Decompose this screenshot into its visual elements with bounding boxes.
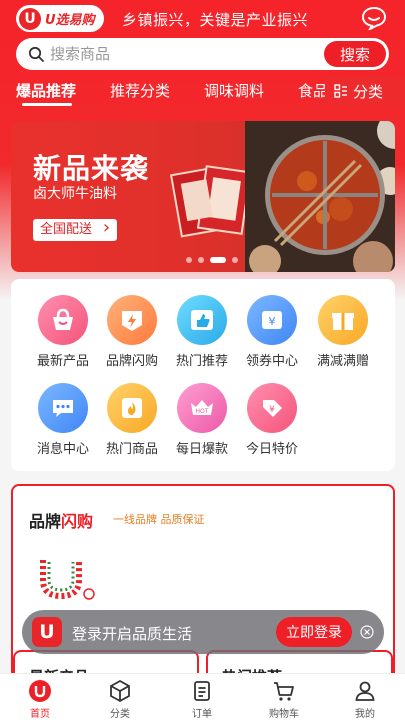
close-icon[interactable] (360, 625, 374, 639)
grid-item-label: 热门商品 (105, 442, 158, 457)
cart-icon (274, 682, 294, 701)
grid-item-label: 今日特价 (245, 442, 298, 457)
nav-cart[interactable]: 购物车 (254, 679, 314, 720)
pagination-dot[interactable] (198, 257, 204, 263)
grid-item-label: 热门推荐 (175, 354, 228, 369)
grid-item-label: 领券中心 (245, 354, 298, 369)
header-slogan: 乡镇振兴，关键是产业振兴 (122, 11, 309, 29)
grid-item-label: 满减满赠 (316, 354, 369, 369)
grid-item-latest-products[interactable]: 最新产品 (27, 295, 99, 369)
nav-category[interactable]: 分类 (90, 679, 150, 720)
hotpot-image (245, 121, 395, 272)
logo-mark: U (19, 7, 41, 30)
search-bar: 搜索 (16, 38, 389, 70)
brand-flash-title: 品牌闪购 (29, 508, 93, 532)
product-package-image (169, 165, 252, 238)
brand-flash-title-b: 闪购 (61, 512, 94, 531)
nav-label: 订单 (192, 709, 212, 720)
login-prompt-bar: U 登录开启品质生活 立即登录 (22, 610, 384, 654)
top-bar: U U选易购 乡镇振兴，关键是产业振兴 (0, 0, 405, 36)
basket-icon (38, 295, 88, 345)
logo-text: U选易购 (45, 13, 95, 28)
grid-item-hot-recommend[interactable]: 热门推荐 (166, 295, 238, 369)
pagination-dot[interactable] (186, 257, 192, 263)
grid-item-today-special[interactable]: ¥ 今日特价 (236, 383, 308, 457)
coupon-icon: ¥ (247, 295, 297, 345)
hot-crown-icon: HOT (177, 383, 227, 433)
grid-item-brand-flash[interactable]: 品牌闪购 (96, 295, 168, 369)
search-icon (28, 46, 44, 62)
grid-item-coupon-center[interactable]: ¥ 领券中心 (236, 295, 308, 369)
quick-entry-grid: 最新产品 品牌闪购 热门推荐 ¥ 领券中心 满减满赠 消息中心 热门商品 HOT… (11, 279, 395, 471)
brand-flash-tagline: 一线品牌 品质保证 (113, 513, 205, 526)
tab-seasonings[interactable]: 调味调料 (204, 80, 264, 101)
bottom-navigation: 首页 分类 订单 购物车 我的 (0, 673, 405, 720)
grid-item-hot-products[interactable]: 热门商品 (96, 383, 168, 457)
svg-text:HOT: HOT (196, 408, 209, 415)
nav-label: 我的 (355, 709, 375, 720)
grid-item-daily-hot[interactable]: HOT 每日爆款 (166, 383, 238, 457)
promo-banner[interactable]: 新品来袭 卤大师牛油料 全国配送 (11, 121, 395, 272)
order-icon (194, 681, 210, 701)
category-tabs: 爆品推荐 推荐分类 调味调料 食品 分类 (0, 76, 405, 110)
gift-icon (318, 295, 368, 345)
search-button[interactable]: 搜索 (324, 41, 386, 67)
banner-title: 新品来袭 (33, 152, 150, 185)
category-button[interactable]: 分类 (325, 76, 405, 106)
brand-logo-image[interactable] (37, 556, 97, 604)
pagination-dot[interactable] (232, 257, 238, 263)
banner-cta-button[interactable]: 全国配送 (33, 218, 118, 241)
app-logo[interactable]: U U选易购 (16, 5, 104, 32)
login-prompt-text: 登录开启品质生活 (72, 625, 193, 643)
grid-item-label: 最新产品 (36, 354, 89, 369)
banner-pagination (186, 257, 238, 263)
price-tag-icon: ¥ (247, 383, 297, 433)
brand-flash-title-a: 品牌 (29, 512, 62, 531)
nav-label: 购物车 (269, 709, 299, 720)
grid-item-label: 消息中心 (36, 442, 89, 457)
thumbs-up-icon (177, 295, 227, 345)
tab-hot-products[interactable]: 爆品推荐 (16, 80, 76, 101)
lightning-gem-icon (107, 295, 157, 345)
login-logo: U (32, 617, 62, 647)
message-icon (38, 383, 88, 433)
tab-food[interactable]: 食品 (298, 80, 328, 101)
svg-text:¥: ¥ (269, 315, 276, 328)
user-icon (355, 681, 375, 701)
nav-label: 分类 (110, 709, 130, 720)
category-button-label: 分类 (352, 82, 383, 101)
nav-orders[interactable]: 订单 (172, 679, 232, 720)
tab-recommended-categories[interactable]: 推荐分类 (110, 80, 170, 101)
grid-item-discount-gift[interactable]: 满减满赠 (307, 295, 379, 369)
active-tab-indicator (22, 103, 72, 106)
chat-bubble-icon[interactable] (361, 6, 387, 30)
home-icon (29, 680, 51, 702)
banner-subtitle: 卤大师牛油料 (33, 186, 117, 202)
login-button[interactable]: 立即登录 (276, 617, 352, 647)
fire-icon (107, 383, 157, 433)
grid-item-label: 品牌闪购 (105, 354, 158, 369)
cube-icon (110, 679, 130, 703)
pagination-dot-active[interactable] (210, 257, 226, 263)
nav-profile[interactable]: 我的 (335, 679, 395, 720)
svg-text:¥: ¥ (269, 405, 275, 415)
nav-label: 首页 (30, 709, 50, 720)
grid-menu-icon (334, 84, 347, 98)
nav-home[interactable]: 首页 (10, 679, 70, 720)
grid-item-message-center[interactable]: 消息中心 (27, 383, 99, 457)
grid-item-label: 每日爆款 (175, 442, 228, 457)
